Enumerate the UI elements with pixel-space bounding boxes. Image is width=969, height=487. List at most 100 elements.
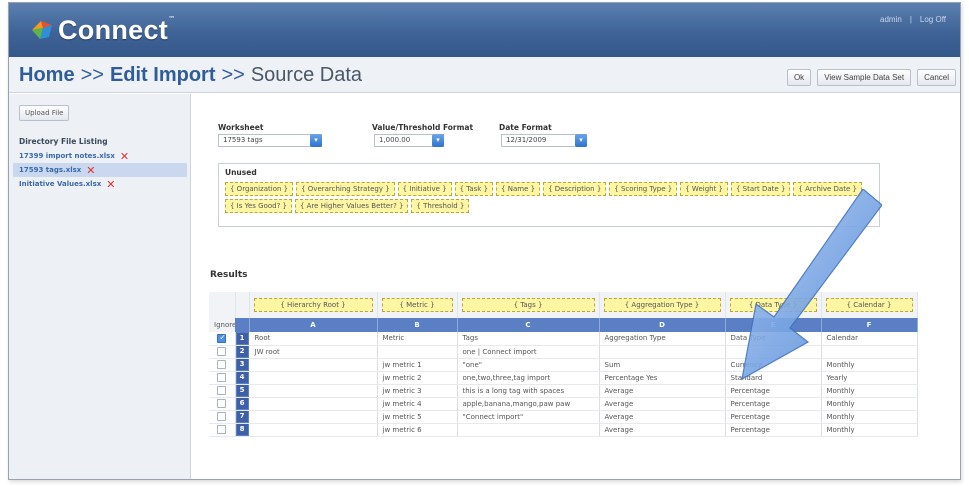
date-format-select[interactable]: 12/31/2009 ▾ [501, 134, 587, 147]
field-chip[interactable]: { Organization } [225, 182, 294, 196]
breadcrumb-edit-import[interactable]: Edit Import [110, 64, 216, 86]
cancel-button[interactable]: Cancel [917, 69, 956, 86]
field-chip[interactable]: { Weight } [680, 182, 728, 196]
dropdown-arrow-icon[interactable]: ▾ [575, 134, 587, 147]
mapping-cell: { Tags } [457, 292, 600, 318]
column-header: E [725, 318, 822, 332]
breadcrumb-home[interactable]: Home [19, 64, 75, 86]
admin-link[interactable]: admin [880, 15, 902, 24]
ignore-cell [209, 397, 236, 411]
mapping-chip[interactable]: { Tags } [461, 298, 595, 312]
mapping-chip[interactable]: { Metric } [381, 298, 453, 312]
row-number-label: 5 [236, 385, 248, 396]
date-format-value: 12/31/2009 [506, 136, 547, 144]
table-cell: one | Connect import [457, 345, 600, 359]
file-name[interactable]: 17399 import notes.xlsx [19, 152, 115, 160]
ignore-checkbox[interactable] [217, 333, 227, 343]
table-cell: Average [599, 410, 726, 424]
delete-icon[interactable]: ✕ [120, 150, 129, 163]
row-number: 5 [235, 384, 250, 398]
table-cell: jw metric 4 [377, 397, 458, 411]
field-chip[interactable]: { Start Date } [731, 182, 791, 196]
ignore-checkbox[interactable] [217, 399, 227, 408]
table-cell: Percentage [725, 384, 822, 398]
delete-icon[interactable]: ✕ [86, 164, 95, 177]
ignore-checkbox[interactable] [217, 360, 227, 369]
table-cell: jw metric 5 [377, 410, 458, 424]
ignore-checkbox[interactable] [217, 386, 227, 395]
mapping-chip[interactable]: { Data Type } [729, 298, 817, 312]
table-row: 4 jw metric 2 one,two,three,tag import P… [209, 371, 918, 385]
ignore-checkbox[interactable] [217, 373, 227, 382]
field-chip[interactable]: { Scoring Type } [609, 182, 678, 196]
column-header: A [249, 318, 378, 332]
ignore-checkbox[interactable] [217, 347, 227, 356]
mapping-chip[interactable]: { Calendar } [825, 298, 913, 312]
upload-file-button[interactable]: Upload File [19, 105, 70, 121]
logoff-link[interactable]: Log Off [920, 15, 946, 24]
table-cell: apple,banana,mango,paw paw [457, 397, 600, 411]
table-cell [821, 345, 918, 359]
unused-chips: { Organization } { Overarching Strategy … [225, 182, 875, 213]
field-chip[interactable]: { Threshold } [411, 199, 470, 213]
table-cell: Standard [725, 371, 822, 385]
breadcrumb-current: Source Data [250, 64, 363, 86]
row-number-label: 7 [236, 411, 248, 422]
dropdown-arrow-icon[interactable]: ▾ [432, 134, 444, 147]
ignore-checkbox[interactable] [217, 412, 227, 421]
field-chip[interactable]: { Is Yes Good? } [225, 199, 292, 213]
file-item[interactable]: 17399 import notes.xlsx ✕ [13, 149, 187, 163]
logo-icon [32, 21, 52, 39]
worksheet-select[interactable]: 17593 tags ▾ [218, 134, 322, 147]
table-cell [249, 371, 378, 385]
breadcrumb-separator: >> [221, 64, 245, 86]
table-cell [249, 358, 378, 372]
file-name[interactable]: 17593 tags.xlsx [19, 166, 81, 174]
table-cell [377, 345, 458, 359]
value-format-select[interactable]: 1,000.00 ▾ [374, 134, 444, 147]
corner-cell [235, 318, 250, 332]
connect-logo[interactable]: Connect ™ [29, 13, 175, 47]
field-chip[interactable]: { Name } [496, 182, 541, 196]
mapping-chip[interactable]: { Aggregation Type } [603, 298, 721, 312]
mapping-cell: { Calendar } [821, 292, 918, 318]
table-cell: jw metric 3 [377, 384, 458, 398]
table-cell: Percentage [725, 397, 822, 411]
row-number: 6 [235, 397, 250, 411]
unused-title: Unused [225, 168, 257, 177]
dropdown-arrow-icon[interactable]: ▾ [310, 134, 322, 147]
row-number: 7 [235, 410, 250, 424]
table-cell: one,two,three,tag import [457, 371, 600, 385]
table-cell: Percentage Yes [599, 371, 726, 385]
row-number: 1 [235, 332, 250, 346]
row-number-label: 4 [236, 372, 248, 383]
field-chip[interactable]: { Initiative } [397, 182, 452, 196]
sidebar: Upload File Directory File Listing 17399… [9, 94, 191, 479]
worksheet-label: Worksheet [218, 123, 264, 132]
view-sample-button[interactable]: View Sample Data Set [817, 69, 912, 86]
field-chip[interactable]: { Overarching Strategy } [296, 182, 395, 196]
field-chip[interactable]: { Description } [543, 182, 607, 196]
table-cell [457, 423, 600, 437]
ignore-cell [209, 358, 236, 372]
ignore-checkbox[interactable] [217, 425, 227, 434]
field-chip[interactable]: { Task } [454, 182, 494, 196]
file-name[interactable]: Initiative Values.xlsx [19, 180, 101, 188]
file-item-selected[interactable]: 17593 tags.xlsx ✕ [13, 163, 187, 177]
column-header: D [599, 318, 726, 332]
table-cell: jw metric 1 [377, 358, 458, 372]
table-cell: Average [599, 384, 726, 398]
results-table: { Hierarchy Root } { Metric } { Tags } {… [209, 292, 918, 437]
directory-listing-title: Directory File Listing [19, 137, 108, 146]
title-bar: Home >> Edit Import >> Source Data Ok View S… [9, 57, 960, 93]
delete-icon[interactable]: ✕ [106, 178, 115, 191]
field-chip[interactable]: { Archive Date } [793, 182, 862, 196]
date-format-label: Date Format [499, 123, 552, 132]
ok-button[interactable]: Ok [786, 69, 812, 86]
file-item[interactable]: Initiative Values.xlsx ✕ [13, 177, 187, 191]
table-cell: Data Type [725, 332, 822, 346]
mapping-spacer [209, 292, 236, 318]
field-chip[interactable]: { Are Higher Values Better? } [294, 199, 409, 213]
breadcrumb: Home >> Edit Import >> Source Data [19, 64, 362, 87]
mapping-chip[interactable]: { Hierarchy Root } [253, 298, 373, 312]
